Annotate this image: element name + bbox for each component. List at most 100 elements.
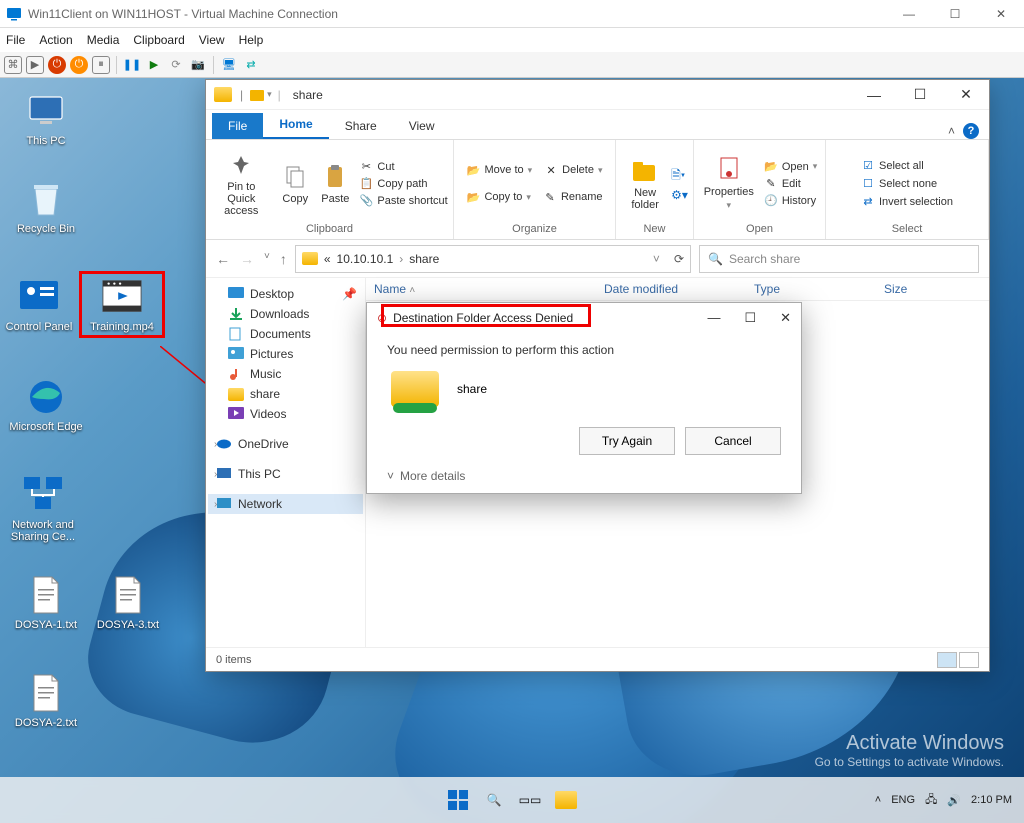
desktop-icon-control-panel[interactable]: Control Panel — [2, 276, 76, 333]
vm-menu-action[interactable]: Action — [39, 33, 72, 47]
file-list-area[interactable]: Name ˄ Date modified Type Size ⊘ Destina… — [366, 278, 989, 647]
tray-chevron-icon[interactable]: ˄ — [875, 794, 881, 806]
vm-close-button[interactable]: ✕ — [978, 0, 1024, 28]
vm-share-button[interactable]: ⇄ — [242, 56, 260, 74]
taskbar[interactable]: 🔍 ▭▭ ˄ ENG 🖧 🔊 2:10 PM — [0, 777, 1024, 823]
vm-menu-file[interactable]: File — [6, 33, 25, 47]
new-folder-button[interactable]: New folder — [621, 155, 669, 213]
address-segment-current[interactable]: share — [409, 252, 439, 266]
tray-volume-icon[interactable]: 🔊 — [947, 794, 961, 807]
desktop-icon-training-video[interactable]: Training.mp4 — [84, 276, 160, 333]
start-button[interactable] — [444, 786, 472, 814]
chevron-right-icon[interactable]: › — [214, 469, 217, 480]
tab-file[interactable]: File — [212, 113, 263, 139]
ribbon-collapse-icon[interactable]: ˄ — [948, 124, 955, 138]
address-dropdown-icon[interactable]: ˅ — [653, 252, 660, 266]
tree-item-share[interactable]: share — [208, 384, 363, 404]
cancel-button[interactable]: Cancel — [685, 427, 781, 455]
desktop-icon-edge[interactable]: Microsoft Edge — [8, 376, 84, 433]
dialog-maximize-button[interactable]: ☐ — [744, 310, 756, 326]
vm-enhanced-button[interactable]: 🖥 — [220, 56, 238, 74]
search-box[interactable]: 🔍 Search share — [699, 245, 979, 273]
desktop-icon-recycle-bin[interactable]: Recycle Bin — [8, 178, 84, 235]
tree-item-documents[interactable]: Documents — [208, 324, 363, 344]
tree-item-videos[interactable]: Videos — [208, 404, 363, 424]
tray-time[interactable]: 2:10 PM — [971, 794, 1012, 806]
more-details-toggle[interactable]: ˅ More details — [367, 459, 801, 493]
tree-item-desktop[interactable]: Desktop📌 — [208, 284, 363, 304]
vm-reset-button[interactable]: ▶ — [145, 56, 163, 74]
column-type[interactable]: Type — [754, 282, 864, 296]
history-button[interactable]: 🕘History — [762, 193, 819, 209]
vm-turnoff-button[interactable]: ⏻ — [48, 56, 66, 74]
rename-button[interactable]: ✎Rename — [541, 189, 605, 205]
vm-menu-clipboard[interactable]: Clipboard — [133, 33, 184, 47]
nav-back-button[interactable]: ← — [216, 251, 230, 267]
new-item-icon[interactable]: 🗎▾ — [671, 166, 688, 187]
address-bar[interactable]: « 10.10.10.1 › share ˅ ⟳ — [295, 245, 691, 273]
dialog-minimize-button[interactable]: — — [707, 310, 720, 326]
navigation-tree[interactable]: Desktop📌 Downloads Documents Pictures Mu… — [206, 278, 366, 647]
easy-access-icon[interactable]: ⚙▾ — [671, 188, 688, 202]
tree-item-music[interactable]: Music — [208, 364, 363, 384]
delete-button[interactable]: ✕Delete▾ — [542, 162, 604, 178]
qat-dropdown-icon[interactable]: ▾ — [267, 89, 272, 100]
paste-button[interactable]: Paste — [317, 161, 353, 207]
paste-shortcut-button[interactable]: 📎Paste shortcut — [357, 193, 449, 209]
copy-path-button[interactable]: 📋Copy path — [357, 176, 449, 192]
explorer-minimize-button[interactable]: — — [851, 80, 897, 110]
view-details-button[interactable] — [937, 652, 957, 668]
tree-item-pictures[interactable]: Pictures — [208, 344, 363, 364]
tray-network-icon[interactable]: 🖧 — [925, 791, 937, 810]
desktop-icon-this-pc[interactable]: This PC — [8, 90, 84, 147]
refresh-button[interactable]: ⟳ — [674, 252, 684, 266]
tree-item-this-pc[interactable]: ›This PC — [208, 464, 363, 484]
vm-minimize-button[interactable]: — — [886, 0, 932, 28]
desktop-icon-dosya3[interactable]: DOSYA-3.txt — [90, 574, 166, 631]
copy-button[interactable]: Copy — [277, 161, 313, 207]
explorer-maximize-button[interactable]: ☐ — [897, 80, 943, 110]
vm-menu-view[interactable]: View — [199, 33, 225, 47]
chevron-right-icon[interactable]: › — [214, 499, 217, 510]
tree-item-downloads[interactable]: Downloads — [208, 304, 363, 324]
vm-save-button[interactable]: ⏸ — [92, 56, 110, 74]
address-segment[interactable]: 10.10.10.1 — [337, 252, 394, 266]
properties-button[interactable]: Properties▾ — [700, 154, 758, 213]
vm-maximize-button[interactable]: ☐ — [932, 0, 978, 28]
desktop-icon-dosya2[interactable]: DOSYA-2.txt — [8, 672, 84, 729]
desktop-icon-dosya1[interactable]: DOSYA-1.txt — [8, 574, 84, 631]
tree-item-onedrive[interactable]: ›OneDrive — [208, 434, 363, 454]
column-size[interactable]: Size — [884, 282, 907, 296]
try-again-button[interactable]: Try Again — [579, 427, 675, 455]
nav-up-button[interactable]: ↑ — [280, 251, 287, 267]
vm-pause-button[interactable]: ❚❚ — [123, 56, 141, 74]
edit-button[interactable]: ✎Edit — [762, 176, 819, 192]
pin-to-quick-access-button[interactable]: Pin to Quick access — [209, 149, 273, 219]
tree-item-network[interactable]: ›Network — [208, 494, 363, 514]
taskbar-taskview-button[interactable]: ▭▭ — [516, 786, 544, 814]
open-button[interactable]: 📂Open▾ — [762, 159, 819, 175]
column-name[interactable]: Name ˄ — [374, 282, 584, 296]
taskbar-explorer-button[interactable] — [552, 786, 580, 814]
move-to-button[interactable]: 📂Move to▾ — [464, 162, 534, 178]
copy-to-button[interactable]: 📂Copy to▾ — [464, 189, 532, 205]
qat-folder-icon[interactable] — [249, 87, 265, 103]
desktop-icon-network-sharing[interactable]: Network and Sharing Ce... — [4, 474, 82, 543]
nav-forward-button[interactable]: → — [240, 251, 254, 267]
select-none-button[interactable]: ☐Select none — [859, 176, 939, 192]
chevron-right-icon[interactable]: › — [214, 439, 217, 450]
view-large-icons-button[interactable] — [959, 652, 979, 668]
tab-share[interactable]: Share — [329, 113, 393, 139]
tray-language[interactable]: ENG — [891, 794, 915, 806]
tab-home[interactable]: Home — [263, 111, 328, 139]
cut-button[interactable]: ✂Cut — [357, 159, 449, 175]
vm-checkpoint-button[interactable]: ⟳ — [167, 56, 185, 74]
vm-revert-button[interactable]: 📷 — [189, 56, 207, 74]
column-date-modified[interactable]: Date modified — [604, 282, 734, 296]
taskbar-search-button[interactable]: 🔍 — [480, 786, 508, 814]
vm-menu-media[interactable]: Media — [87, 33, 120, 47]
select-all-button[interactable]: ☑Select all — [859, 158, 926, 174]
tab-view[interactable]: View — [393, 113, 451, 139]
vm-menu-help[interactable]: Help — [239, 33, 264, 47]
vm-ctrl-alt-del-button[interactable]: ⌘ — [4, 56, 22, 74]
